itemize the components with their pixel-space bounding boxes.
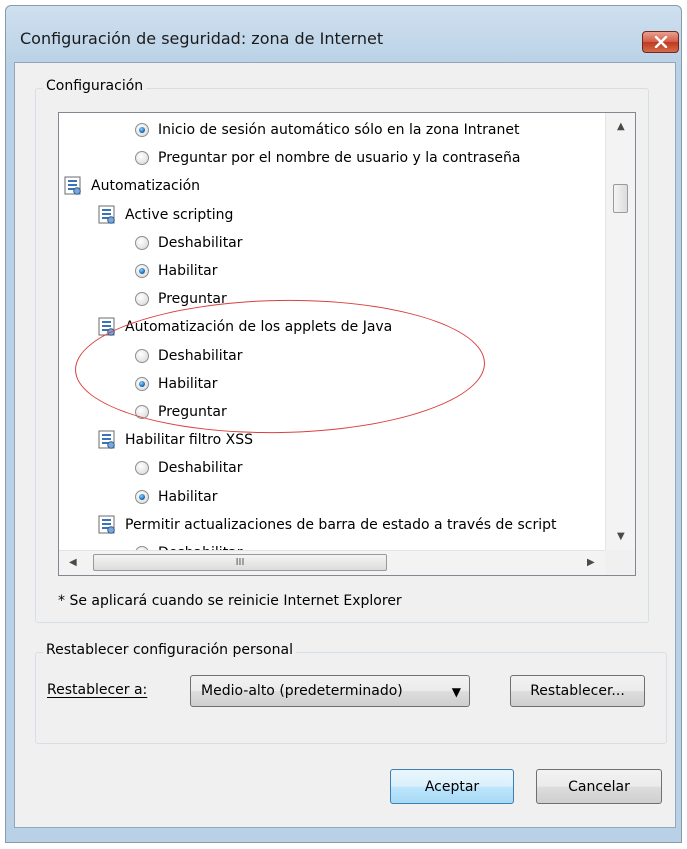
radio-option[interactable]: Deshabilitar xyxy=(135,342,243,370)
settings-item: Permitir actualizaciones de barra de est… xyxy=(97,511,556,539)
list-item-label: Habilitar xyxy=(158,488,218,505)
settings-doc-icon xyxy=(97,205,117,225)
list-item-label: Preguntar por el nombre de usuario y la … xyxy=(158,150,521,167)
settings-doc-icon xyxy=(97,430,117,450)
radio-option[interactable]: Habilitar xyxy=(135,257,218,285)
list-item-label: Deshabilitar xyxy=(158,347,243,364)
security-level-value: Medio-alto (predeterminado) xyxy=(201,683,403,699)
scroll-down-icon[interactable]: ▼ xyxy=(617,531,625,542)
scroll-right-icon[interactable]: ▶ xyxy=(587,557,595,568)
radio-option[interactable]: Preguntar xyxy=(135,285,227,313)
cancel-button-label: Cancelar xyxy=(568,778,630,795)
radio-option[interactable]: Deshabilitar xyxy=(135,229,243,257)
close-icon xyxy=(654,36,667,48)
restart-note: * Se aplicará cuando se reinicie Interne… xyxy=(58,593,402,609)
settings-item: Active scripting xyxy=(97,201,233,229)
list-item-label: Deshabilitar xyxy=(158,234,243,251)
close-button[interactable] xyxy=(642,31,679,53)
settings-doc-icon xyxy=(63,176,83,196)
reset-button[interactable]: Restablecer... xyxy=(510,675,645,707)
radio-checked-icon[interactable] xyxy=(135,489,149,504)
list-item-label: Habilitar filtro XSS xyxy=(125,432,253,449)
settings-doc-icon xyxy=(97,515,117,535)
settings-item: Habilitar filtro XSS xyxy=(97,426,253,454)
security-level-select[interactable]: Medio-alto (predeterminado) ▼ xyxy=(190,675,470,707)
list-item-label: Preguntar xyxy=(158,291,227,308)
list-item-label: Permitir actualizaciones de barra de est… xyxy=(125,516,557,533)
radio-option[interactable]: Habilitar xyxy=(135,370,218,398)
scroll-up-icon[interactable]: ▲ xyxy=(617,121,625,132)
settings-group-label: Configuración xyxy=(43,78,147,94)
chevron-down-icon: ▼ xyxy=(451,685,461,699)
radio-unchecked-icon[interactable] xyxy=(135,151,149,166)
list-item-label: Deshabilitar xyxy=(158,460,243,477)
radio-checked-icon[interactable] xyxy=(135,123,149,137)
grip-icon: III xyxy=(235,557,245,568)
reset-group-label: Restablecer configuración personal xyxy=(43,642,296,658)
reset-to-label: Restablecer a: xyxy=(47,682,148,698)
radio-unchecked-icon[interactable] xyxy=(135,461,149,476)
list-item-label: Automatización xyxy=(91,178,201,195)
scroll-left-icon[interactable]: ◀ xyxy=(69,557,77,568)
radio-unchecked-icon[interactable] xyxy=(135,235,149,250)
radio-option[interactable]: Preguntar por el nombre de usuario y la … xyxy=(135,144,520,172)
list-item-label: Preguntar xyxy=(158,404,227,420)
radio-option[interactable]: Inicio de sesión automático sólo en la z… xyxy=(135,116,519,144)
radio-option[interactable]: Preguntar xyxy=(135,398,227,426)
ok-button[interactable]: Aceptar xyxy=(390,769,514,804)
vertical-scroll-thumb[interactable] xyxy=(613,184,628,213)
scrollbar-corner xyxy=(605,550,635,575)
settings-doc-icon xyxy=(97,317,117,337)
horizontal-scrollbar[interactable]: ◀ III ▶ xyxy=(59,550,605,575)
window-title: Configuración de seguridad: zona de Inte… xyxy=(20,29,384,48)
list-item-label: Habilitar xyxy=(158,375,218,392)
list-item-label: Automatización de los applets de Java xyxy=(125,319,393,336)
vertical-scrollbar[interactable]: ▲ ▼ xyxy=(605,113,635,550)
radio-unchecked-icon[interactable] xyxy=(135,405,149,419)
settings-category: Automatización xyxy=(63,172,200,200)
horizontal-scroll-thumb[interactable]: III xyxy=(93,554,387,571)
settings-list[interactable]: Inicio de sesión automático sólo en la z… xyxy=(58,112,636,576)
list-item-label: Inicio de sesión automático sólo en la z… xyxy=(158,122,520,138)
radio-option[interactable]: Habilitar xyxy=(135,483,218,511)
radio-unchecked-icon[interactable] xyxy=(135,348,149,363)
ok-button-label: Aceptar xyxy=(424,778,480,795)
settings-item: Automatización de los applets de Java xyxy=(97,313,392,341)
reset-button-label: Restablecer... xyxy=(530,683,625,699)
list-item-label: Active scripting xyxy=(125,206,234,223)
radio-option[interactable]: Deshabilitar xyxy=(135,454,243,482)
cancel-button[interactable]: Cancelar xyxy=(536,769,662,804)
radio-unchecked-icon[interactable] xyxy=(135,292,149,307)
radio-checked-icon[interactable] xyxy=(135,376,149,391)
list-item-label: Habilitar xyxy=(158,263,218,279)
radio-checked-icon[interactable] xyxy=(135,264,149,278)
